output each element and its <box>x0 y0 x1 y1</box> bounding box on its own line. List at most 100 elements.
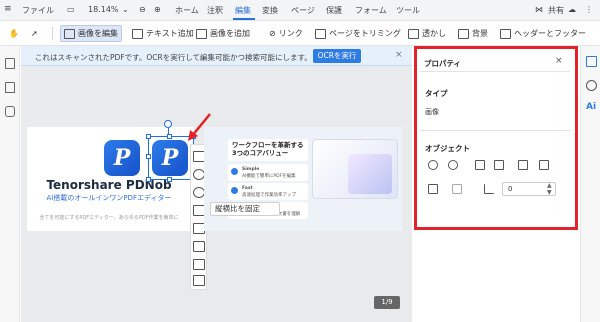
type-label: タイプ <box>425 89 448 98</box>
menu-annotate[interactable]: 注釈 <box>207 5 223 16</box>
close-icon[interactable]: × <box>395 50 403 60</box>
menu-file[interactable]: ファイル <box>22 5 54 16</box>
rotate-left-icon[interactable] <box>428 160 438 170</box>
share-button[interactable]: 共有 <box>548 5 564 16</box>
add-image-button[interactable]: 画像を追加 <box>193 25 253 42</box>
trim-page-button[interactable]: ページをトリミング <box>312 25 404 42</box>
active-tab-underline <box>233 18 255 20</box>
cloud-icon[interactable]: ☁ <box>568 5 576 14</box>
search-icon[interactable] <box>586 80 597 91</box>
page2-gradient-image <box>348 154 392 194</box>
rotate-handle[interactable] <box>164 120 172 128</box>
ocr-message: これはスキャンされたPDFです。OCRを実行して編集可能かつ検索可能にします。 <box>35 53 312 62</box>
header-footer-label: ヘッダーとフッター <box>514 29 586 38</box>
image-selection-box[interactable] <box>146 134 196 182</box>
align-icon[interactable] <box>193 259 205 270</box>
export-icon[interactable] <box>193 241 205 252</box>
flip-vertical-icon[interactable] <box>494 160 504 170</box>
distribute-icon[interactable] <box>193 275 205 286</box>
crop-icon <box>315 28 326 39</box>
pdnob-logo: P <box>104 140 140 176</box>
bullet-icon <box>231 168 238 175</box>
resize-handle[interactable] <box>146 134 151 139</box>
page2-title: ワークフローを革新する3つのコアバリュー <box>232 141 304 157</box>
share-icon[interactable]: ⋈ <box>535 5 543 14</box>
hand-icon: ✋ <box>9 29 19 38</box>
menu-home[interactable]: ホーム <box>175 5 199 16</box>
header-footer-button[interactable]: ヘッダーとフッター <box>497 25 589 42</box>
background-label: 背景 <box>472 29 488 38</box>
background-button[interactable]: 背景 <box>455 25 491 42</box>
menu-edit[interactable]: 編集 <box>235 5 251 16</box>
ai-assistant-icon[interactable]: Ai <box>586 102 597 113</box>
page-indicator: 1/9 <box>374 296 400 309</box>
image-icon <box>196 28 207 39</box>
flip-horizontal-icon[interactable] <box>475 160 485 170</box>
link-button[interactable]: ⊘ リンク <box>266 25 306 42</box>
zoom-in-icon[interactable]: ⊕ <box>154 5 161 14</box>
type-value: 画像 <box>425 108 439 116</box>
properties-icon[interactable] <box>586 56 597 67</box>
bookmark-icon[interactable] <box>5 82 15 93</box>
zoom-level[interactable]: 18.14% <box>88 5 119 14</box>
rotate-right-icon[interactable] <box>448 160 458 170</box>
item-title: Fast <box>242 186 253 191</box>
close-icon[interactable]: × <box>555 56 563 66</box>
menu-form[interactable]: フォーム <box>355 5 387 16</box>
left-sidebar <box>0 46 20 322</box>
bullet-icon <box>231 187 238 194</box>
hamburger-icon[interactable]: ≡ <box>4 4 12 14</box>
properties-title: プロパティ <box>424 59 462 68</box>
menu-tools[interactable]: ツール <box>396 5 420 16</box>
add-image-label: 画像を追加 <box>210 29 250 38</box>
resize-handle[interactable] <box>146 177 151 182</box>
align-icon[interactable] <box>428 184 438 194</box>
right-sidebar: Ai <box>580 46 600 322</box>
edit-image-button[interactable]: 画像を編集 <box>60 25 122 42</box>
link-label: リンク <box>278 29 303 38</box>
header-footer-icon <box>500 28 511 39</box>
zoom-out-icon[interactable]: ⊖ <box>139 5 146 14</box>
hand-tool-button[interactable]: ✋ <box>6 25 22 42</box>
select-tool-button[interactable]: ➚ <box>28 25 41 42</box>
menu-page[interactable]: ページ <box>291 5 315 16</box>
item-text: 高速処理で作業効率アップ <box>242 193 296 198</box>
item-text: AI機能で簡単にPDFを編集 <box>242 174 296 179</box>
object-label: オブジェクト <box>425 144 470 153</box>
thumbnails-icon[interactable] <box>5 58 15 69</box>
distribute-icon[interactable] <box>452 184 462 194</box>
file-icon[interactable]: ▭ <box>67 5 75 14</box>
ocr-banner: これはスキャンされたPDFです。OCRを実行して編集可能かつ検索可能にします。 … <box>21 46 412 66</box>
menu-protect[interactable]: 保護 <box>326 5 342 16</box>
edit-toolbar: ✋ ➚ 画像を編集 テキスト追加 画像を追加 ⊘ リンク ページをトリミング 透… <box>0 21 600 46</box>
replace-image-icon[interactable] <box>539 160 549 170</box>
resize-handle[interactable] <box>146 154 151 159</box>
highlight-frame <box>414 46 578 230</box>
comment-icon[interactable] <box>5 106 15 117</box>
add-text-label: テキスト追加 <box>146 29 194 38</box>
ocr-run-button[interactable]: OCRを実行 <box>313 49 361 63</box>
image-edit-icon <box>64 28 75 39</box>
crop-icon[interactable] <box>518 160 528 170</box>
chevron-down-icon[interactable]: ⌄ <box>122 5 129 14</box>
cursor-icon: ➚ <box>31 29 38 38</box>
lock-ratio-tooltip: 縦横比を固定 <box>210 202 280 216</box>
page2-item-fast: Fast 高速処理で作業効率アップ <box>228 183 308 200</box>
more-icon[interactable]: ⋮ <box>585 5 593 14</box>
trim-page-label: ページをトリミング <box>329 29 401 38</box>
resize-handle[interactable] <box>167 134 172 139</box>
watermark-button[interactable]: 透かし <box>405 25 449 42</box>
edit-image-label: 画像を編集 <box>78 29 118 38</box>
page2-item-simple: Simple AI機能で簡単にPDFを編集 <box>228 164 308 181</box>
text-icon <box>132 28 143 39</box>
watermark-label: 透かし <box>422 29 446 38</box>
divider <box>420 130 570 131</box>
add-text-button[interactable]: テキスト追加 <box>129 25 197 42</box>
item-title: Simple <box>242 167 260 172</box>
brand-tagline: AI搭載のオールインワンPDFエディター <box>46 194 172 202</box>
opacity-stepper[interactable]: ▲ ▼ <box>547 182 552 196</box>
brand-name: Tenorshare PDNob <box>46 178 172 192</box>
menu-bar: ≡ ファイル ▭ 18.14% ⌄ ⊖ ⊕ ホーム 注釈 編集 変換 ページ 保… <box>0 0 600 21</box>
resize-handle[interactable] <box>167 177 172 182</box>
menu-convert[interactable]: 変換 <box>262 5 278 16</box>
